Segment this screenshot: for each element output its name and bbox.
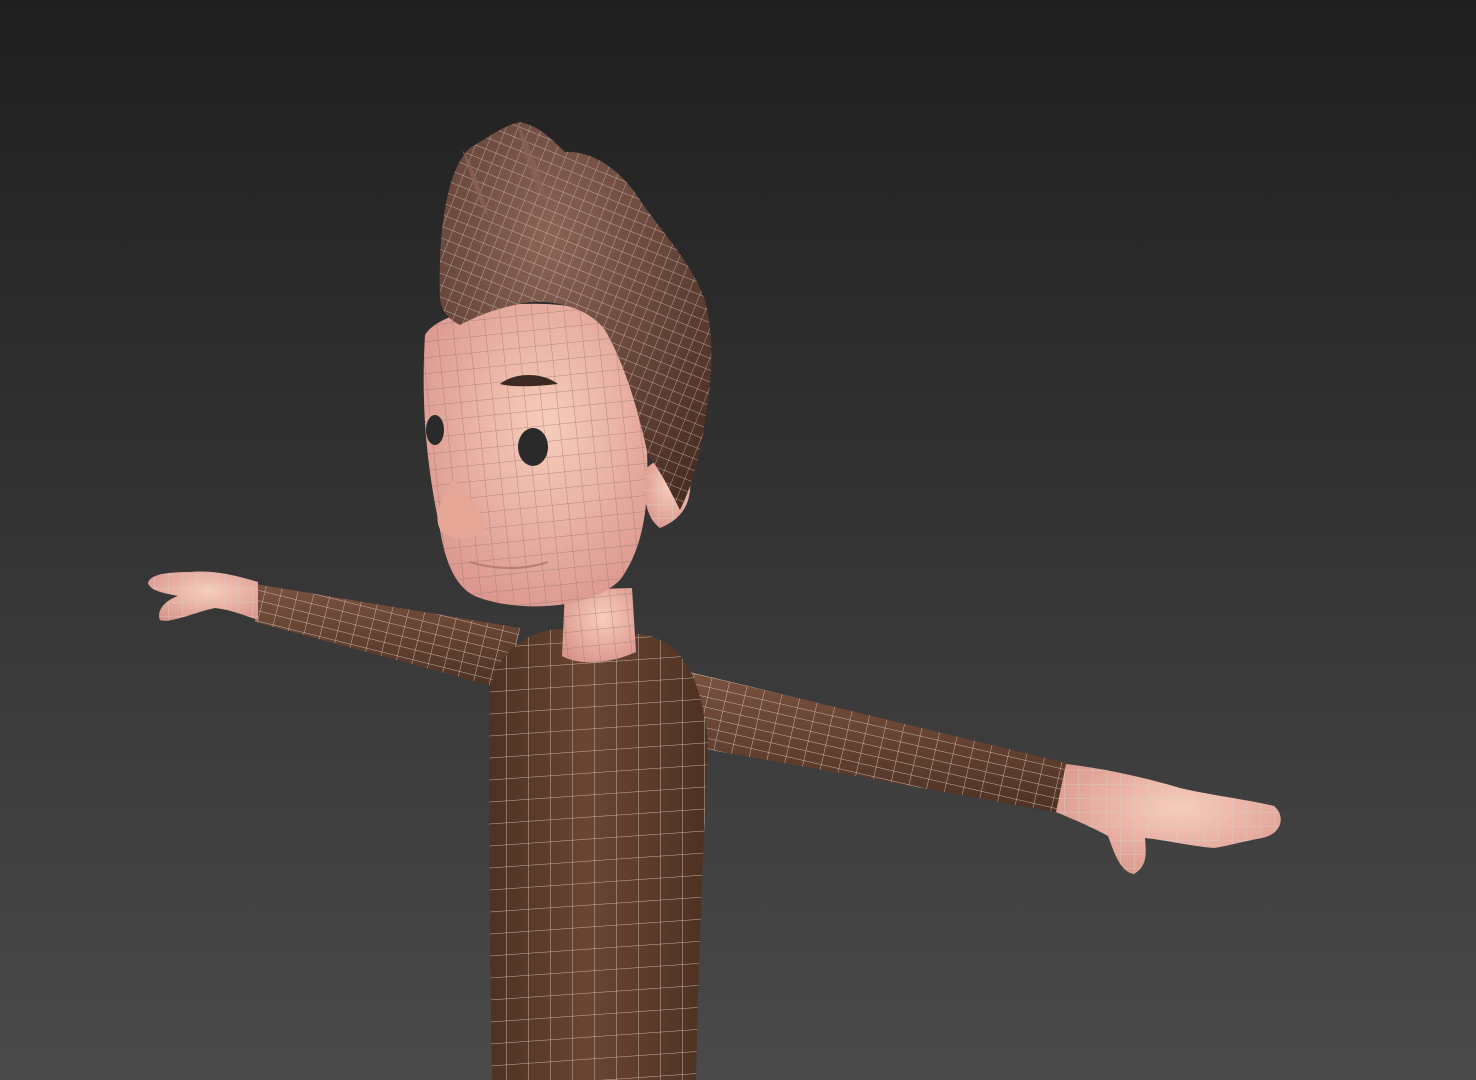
viewport-background xyxy=(0,0,1476,1080)
viewport-canvas[interactable] xyxy=(0,0,1476,1080)
torso[interactable] xyxy=(489,629,708,1080)
left-eye xyxy=(426,415,444,445)
3d-viewport[interactable] xyxy=(0,0,1476,1080)
right-eye xyxy=(518,428,548,466)
